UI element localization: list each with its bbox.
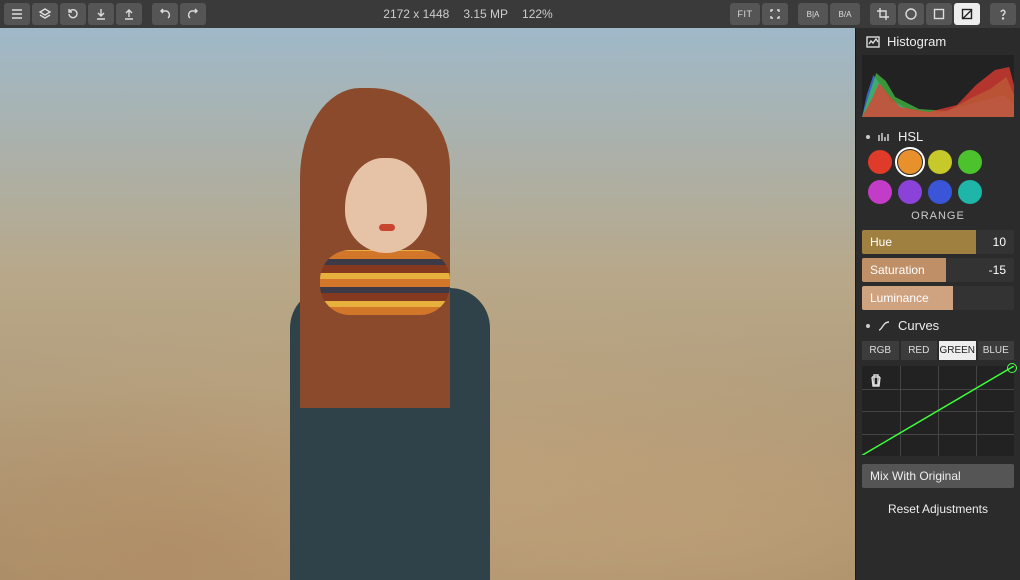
hsl-swatch-orange[interactable] — [898, 150, 922, 174]
download-icon[interactable] — [88, 3, 114, 25]
mix-with-original-button[interactable]: Mix With Original — [862, 464, 1014, 488]
adjustments-icon[interactable] — [954, 3, 980, 25]
curves-channel-tabs: RGB RED GREEN BLUE — [856, 337, 1020, 364]
hsl-swatch-blue[interactable] — [928, 180, 952, 204]
hsl-swatch-yellow[interactable] — [928, 150, 952, 174]
saturation-slider[interactable]: Saturation -15 — [862, 258, 1014, 282]
hue-slider[interactable]: Hue 10 — [862, 230, 1014, 254]
adjustments-panel: Histogram HSL ORANGE Hue 10 Saturation -… — [855, 28, 1020, 580]
share-icon[interactable] — [116, 3, 142, 25]
zoom-level: 122% — [522, 7, 553, 21]
curves-tab-red[interactable]: RED — [901, 341, 938, 360]
reset-adjustments-button[interactable]: Reset Adjustments — [856, 494, 1020, 524]
before-after-button[interactable]: B|A — [798, 3, 828, 25]
fullscreen-icon[interactable] — [762, 3, 788, 25]
undo-icon[interactable] — [152, 3, 178, 25]
hsl-icon — [877, 131, 891, 143]
split-view-button[interactable]: B/A — [830, 3, 860, 25]
hue-slider-value: 10 — [993, 235, 1006, 249]
curves-header[interactable]: Curves — [856, 312, 1020, 337]
menu-icon[interactable] — [4, 3, 30, 25]
hsl-header[interactable]: HSL — [856, 123, 1020, 148]
curves-tab-rgb[interactable]: RGB — [862, 341, 899, 360]
hue-slider-label: Hue — [870, 235, 892, 249]
fit-button[interactable]: FIT — [730, 3, 760, 25]
hsl-swatch-magenta[interactable] — [868, 180, 892, 204]
saturation-slider-value: -15 — [989, 263, 1006, 277]
luminance-slider[interactable]: Luminance — [862, 286, 1014, 310]
image-megapixels: 3.15 MP — [463, 7, 508, 21]
hsl-selected-color: ORANGE — [856, 210, 1020, 228]
crop-icon[interactable] — [870, 3, 896, 25]
histogram-graph[interactable] — [862, 55, 1014, 117]
image-dimensions: 2172 x 1448 — [383, 7, 449, 21]
circle-tool-icon[interactable] — [898, 3, 924, 25]
square-tool-icon[interactable] — [926, 3, 952, 25]
hsl-swatch-red[interactable] — [868, 150, 892, 174]
redo-icon[interactable] — [180, 3, 206, 25]
saturation-slider-label: Saturation — [870, 263, 925, 277]
image-canvas[interactable] — [0, 28, 855, 580]
curves-icon — [877, 320, 891, 332]
curve-control-point[interactable] — [1007, 363, 1017, 373]
curves-tab-green[interactable]: GREEN — [939, 341, 976, 360]
delete-curve-icon[interactable] — [866, 370, 886, 390]
toolbar: 2172 x 1448 3.15 MP 122% FIT B|A B/A — [0, 0, 1020, 28]
hsl-swatch-purple[interactable] — [898, 180, 922, 204]
hsl-swatch-green[interactable] — [958, 150, 982, 174]
hsl-title: HSL — [898, 129, 923, 144]
curves-editor[interactable] — [862, 366, 1014, 456]
histogram-icon — [866, 36, 880, 48]
histogram-header[interactable]: Histogram — [856, 28, 1020, 53]
help-icon[interactable] — [990, 3, 1016, 25]
histogram-title: Histogram — [887, 34, 946, 49]
layers-icon[interactable] — [32, 3, 58, 25]
hsl-color-swatches — [856, 148, 1020, 210]
curves-tab-blue[interactable]: BLUE — [978, 341, 1015, 360]
hsl-swatch-aqua[interactable] — [958, 180, 982, 204]
luminance-slider-label: Luminance — [870, 291, 929, 305]
image-status: 2172 x 1448 3.15 MP 122% — [383, 7, 552, 21]
edited-photo — [0, 28, 855, 580]
history-icon[interactable] — [60, 3, 86, 25]
curves-title: Curves — [898, 318, 939, 333]
